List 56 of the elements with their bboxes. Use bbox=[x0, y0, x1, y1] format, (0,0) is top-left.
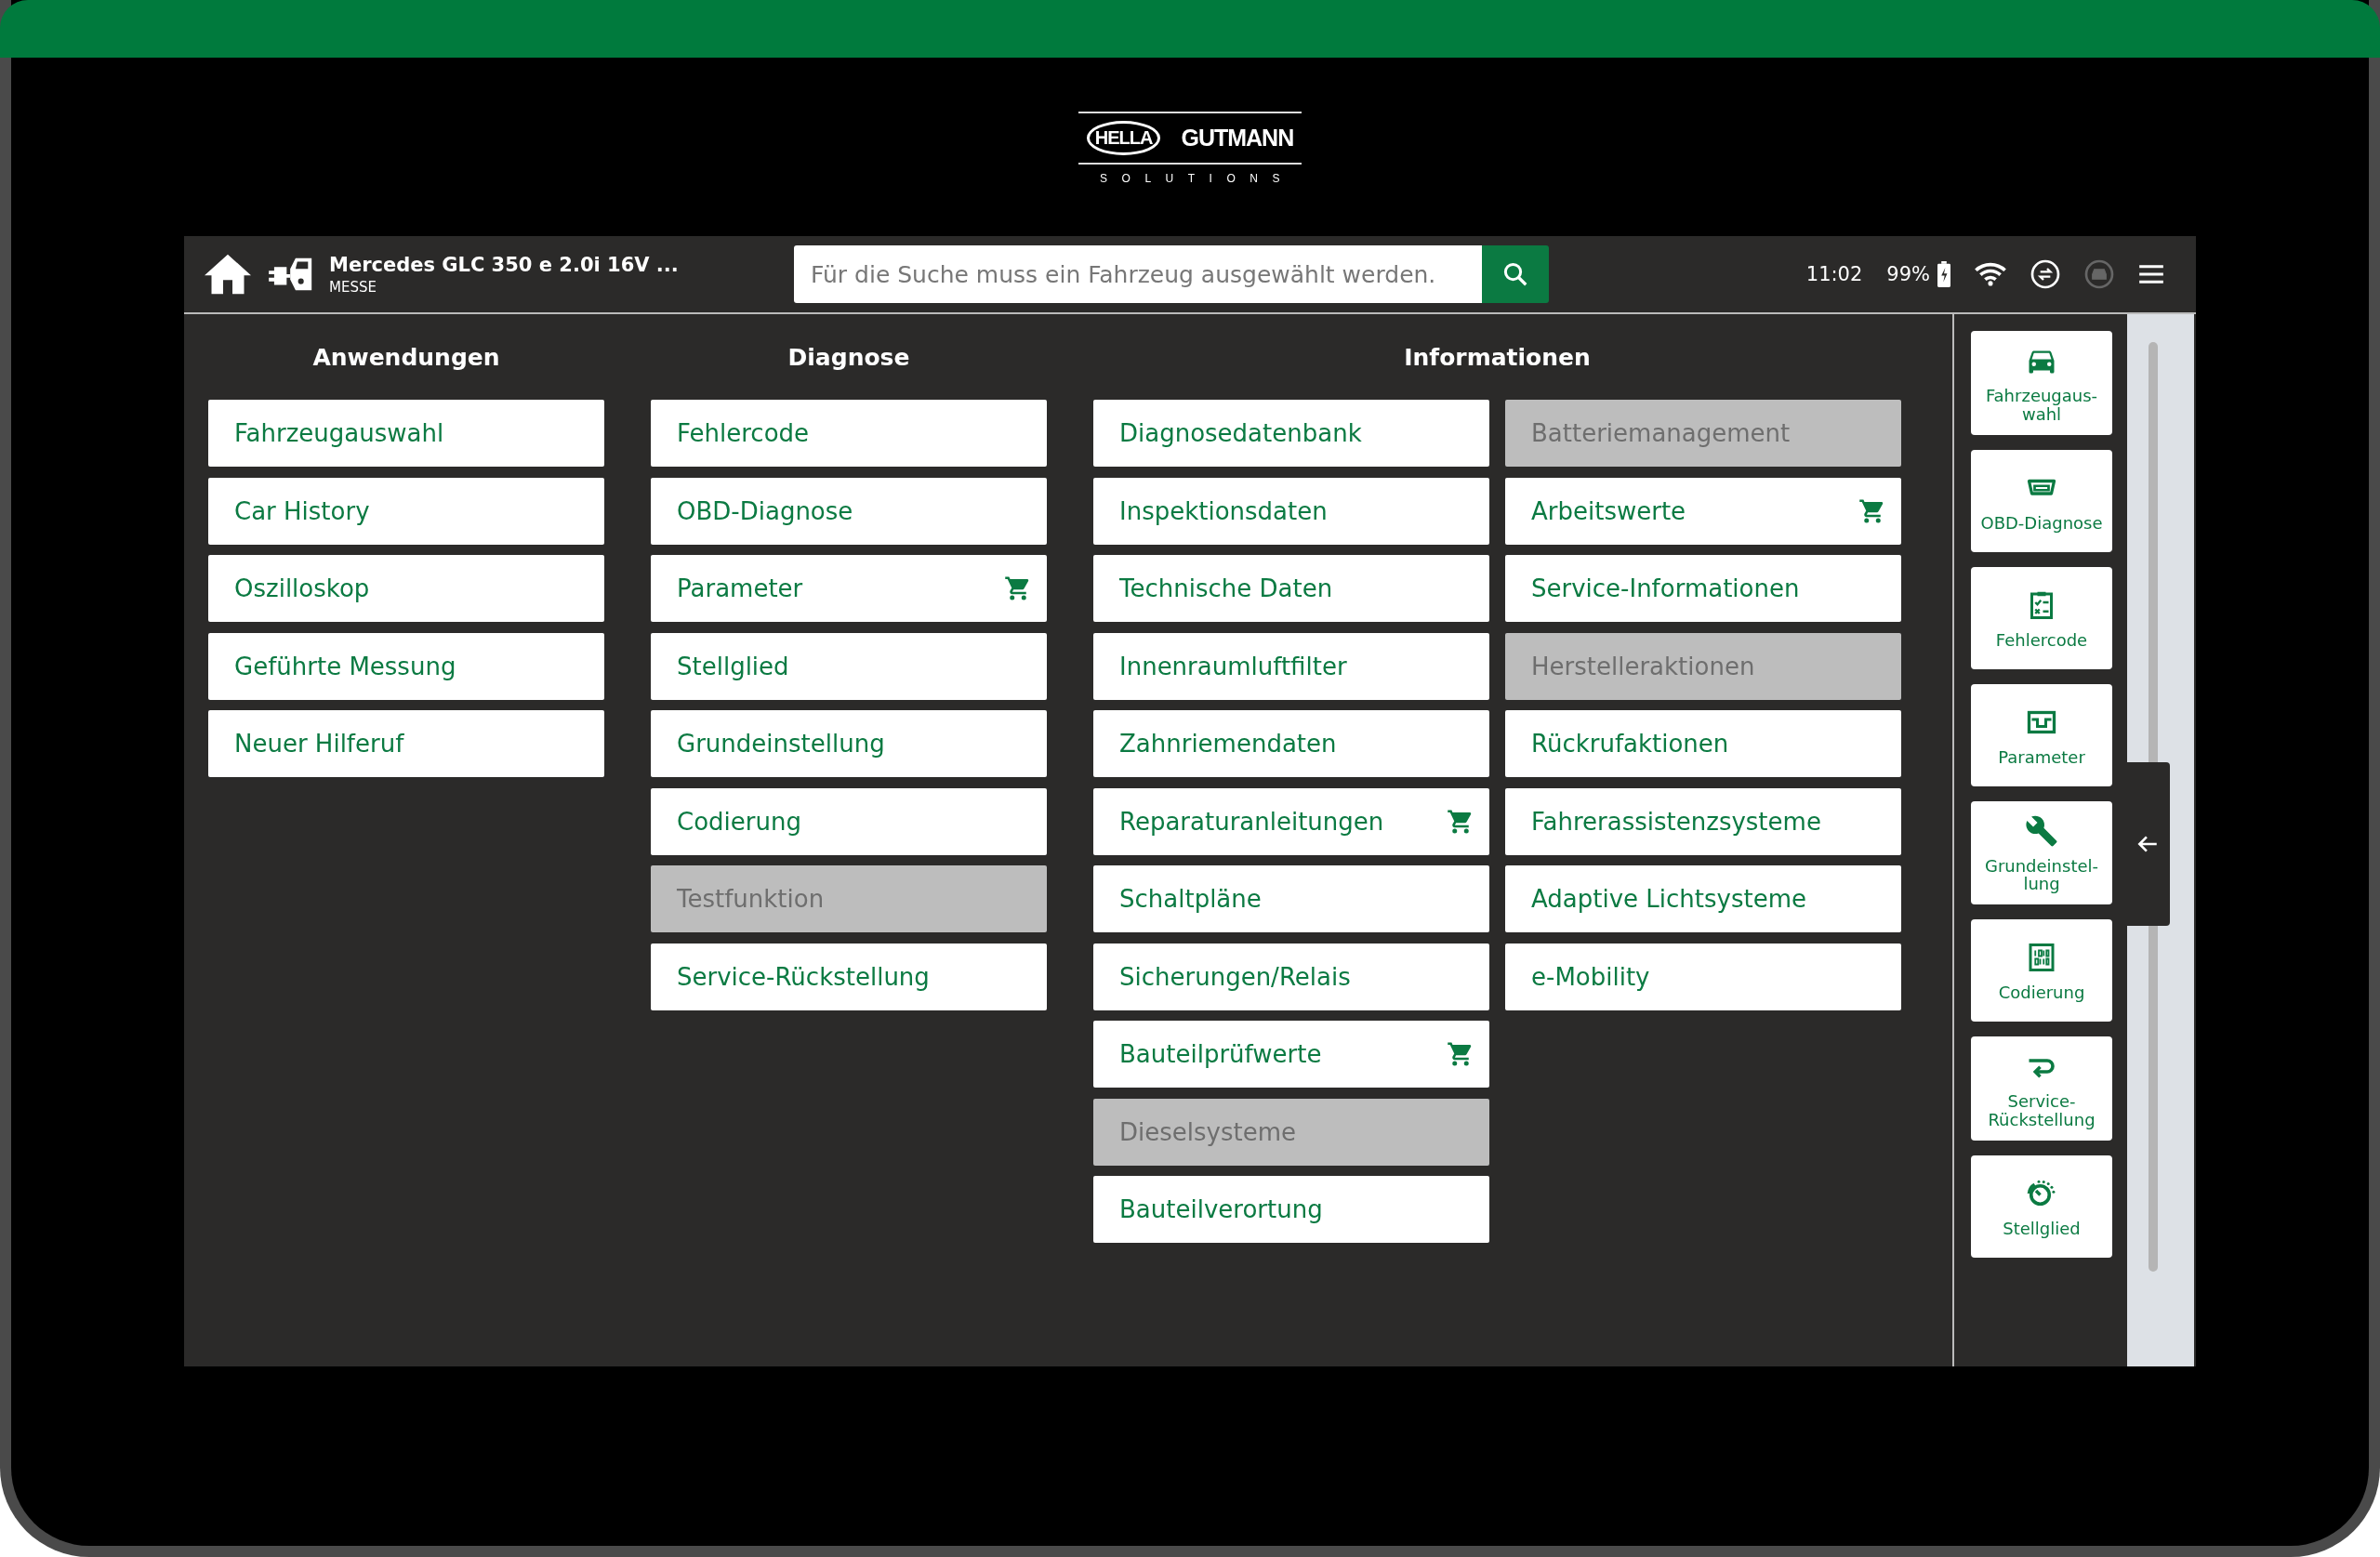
menu-button[interactable]: Service-Rückstellung bbox=[651, 943, 1047, 1010]
home-icon[interactable] bbox=[205, 253, 251, 296]
menu-button[interactable]: Codierung bbox=[651, 787, 1047, 855]
vehicle-name: Mercedes GLC 350 e 2.0i 16V ... bbox=[329, 253, 680, 276]
menu-button[interactable]: Bauteilverortung bbox=[1093, 1176, 1489, 1243]
wrench-icon bbox=[2025, 813, 2058, 848]
menu-button[interactable]: Bauteilprüfwerte bbox=[1093, 1021, 1489, 1088]
search-button[interactable] bbox=[1482, 245, 1549, 303]
menu-button[interactable]: Fahrerassistenzsysteme bbox=[1505, 787, 1901, 855]
menu-button[interactable]: Zahnriemendaten bbox=[1093, 710, 1489, 777]
shortcut-tile[interactable]: Parameter bbox=[1971, 683, 2112, 786]
menu-button[interactable]: e-Mobility bbox=[1505, 943, 1901, 1010]
search-field[interactable]: Für die Suche muss ein Fahrzeug ausgewählt werden. bbox=[794, 245, 1482, 303]
battery-percentage: 99% bbox=[1886, 263, 1930, 285]
column-heading: Anwendungen bbox=[311, 342, 501, 373]
column-heading: Informationen bbox=[1403, 342, 1592, 373]
menu-button[interactable]: OBD-Diagnose bbox=[651, 477, 1047, 545]
menu-button[interactable]: Schaltpläne bbox=[1093, 865, 1489, 932]
menu-button[interactable]: Innenraumluftfilter bbox=[1093, 632, 1489, 700]
menu-button[interactable]: Reparaturanleitungen bbox=[1093, 787, 1489, 855]
menu-button[interactable]: Car History bbox=[208, 477, 604, 545]
menu-button[interactable]: Stellglied bbox=[651, 632, 1047, 700]
shortcut-tile[interactable]: Codierung bbox=[1971, 919, 2112, 1023]
shortcut-tile[interactable]: Grundeinstel- lung bbox=[1971, 800, 2112, 905]
brand-tagline: SOLUTIONS bbox=[1100, 172, 1294, 185]
battery-charging-icon bbox=[1937, 261, 1950, 287]
menu-button[interactable]: Adaptive Lichtsysteme bbox=[1505, 865, 1901, 932]
menu-button[interactable]: Oszilloskop bbox=[208, 555, 604, 622]
menu-button[interactable]: Diagnosedatenbank bbox=[1093, 400, 1489, 467]
menu-button[interactable]: Arbeitswerte bbox=[1505, 477, 1901, 545]
sync-icon[interactable] bbox=[2030, 259, 2060, 289]
wifi-icon bbox=[1975, 262, 2006, 286]
shortcut-tile[interactable]: Service- Rückstellung bbox=[1971, 1036, 2112, 1141]
menu-button[interactable]: Grundeinstellung bbox=[651, 710, 1047, 777]
menu-button[interactable]: Service-Informationen bbox=[1505, 555, 1901, 622]
menu-button[interactable]: Rückrufaktionen bbox=[1505, 710, 1901, 777]
menu-button[interactable]: Sicherungen/Relais bbox=[1093, 943, 1489, 1010]
menu-button[interactable]: Neuer Hilferuf bbox=[208, 710, 604, 777]
shortcut-tile[interactable]: Stellglied bbox=[1971, 1155, 2112, 1258]
menu-button[interactable]: Parameter bbox=[651, 555, 1047, 622]
clock-time: 11:02 bbox=[1805, 263, 1863, 285]
column-heading: Diagnose bbox=[787, 342, 911, 373]
menu-button[interactable]: Geführte Messung bbox=[208, 632, 604, 700]
vehicle-status-icon[interactable] bbox=[2084, 259, 2114, 289]
menu-button[interactable]: Fehlercode bbox=[651, 400, 1047, 467]
menu-icon[interactable] bbox=[2138, 264, 2164, 284]
shortcut-tile[interactable]: OBD-Diagnose bbox=[1971, 449, 2112, 552]
brand-logo: HELLA bbox=[1086, 121, 1161, 155]
vehicle-subtitle: MESSE bbox=[329, 278, 377, 296]
menu-button[interactable]: Inspektionsdaten bbox=[1093, 477, 1489, 545]
shortcut-tile[interactable]: Fahrzeugaus- wahl bbox=[1971, 331, 2112, 435]
menu-button[interactable]: Technische Daten bbox=[1093, 555, 1489, 622]
menu-button[interactable]: Fahrzeugauswahl bbox=[208, 400, 604, 467]
shortcut-tile[interactable]: Fehlercode bbox=[1971, 566, 2112, 669]
search-icon bbox=[1501, 260, 1529, 288]
brand-name: GUTMANN bbox=[1181, 125, 1294, 152]
